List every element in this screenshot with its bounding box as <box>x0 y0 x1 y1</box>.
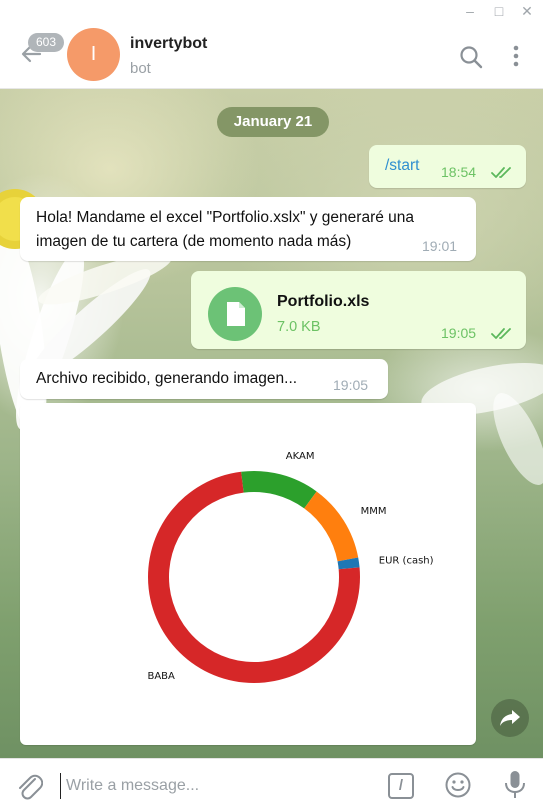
forward-button[interactable] <box>491 699 529 737</box>
minimize-button[interactable]: – <box>461 2 479 20</box>
microphone-icon <box>505 771 525 798</box>
message-time: 18:54 <box>441 164 477 180</box>
voice-record-button[interactable] <box>502 769 528 801</box>
maximize-button[interactable]: □ <box>490 2 508 20</box>
bot-commands-button[interactable]: / <box>388 773 414 799</box>
window-titlebar: – □ ✕ <box>0 0 543 22</box>
avatar[interactable]: I <box>67 28 120 81</box>
message-incoming[interactable]: Hola! Mandame el excel "Portfolio.xslx" … <box>20 197 476 261</box>
file-size: 7.0 KB <box>277 319 321 335</box>
donut-slice-mmm <box>304 491 359 562</box>
more-menu-button[interactable] <box>506 43 526 69</box>
double-check-icon <box>491 167 511 178</box>
message-time: 19:05 <box>441 325 477 341</box>
donut-slice-akam <box>241 471 317 509</box>
file-name[interactable]: Portfolio.xls <box>277 293 369 311</box>
message-text: /start <box>385 157 420 174</box>
message-text: Archivo recibido, generando imagen... <box>36 370 298 387</box>
smile-icon <box>445 772 471 798</box>
unread-badge: 603 <box>28 33 64 52</box>
date-separator: January 21 <box>217 107 329 137</box>
donut-label: EUR (cash) <box>379 556 434 567</box>
message-time: 19:01 <box>422 238 458 254</box>
close-button[interactable]: ✕ <box>518 2 536 20</box>
message-text: Hola! Mandame el excel "Portfolio.xslx" … <box>36 209 415 250</box>
portfolio-donut-chart: AKAM MMM EUR (cash) BABA <box>147 451 434 683</box>
forward-icon <box>500 710 520 726</box>
donut-label: BABA <box>147 671 175 682</box>
file-download-button[interactable] <box>208 287 262 341</box>
message-incoming[interactable]: Archivo recibido, generando imagen... 19… <box>20 359 388 399</box>
more-vertical-icon <box>513 45 519 67</box>
chat-header: 603 I invertybot bot <box>0 22 543 89</box>
double-check-icon <box>491 328 511 339</box>
message-input-bar: / <box>0 758 543 811</box>
chat-status: bot <box>130 60 151 77</box>
attach-button[interactable] <box>15 771 44 801</box>
document-icon <box>227 302 245 326</box>
message-file-outgoing[interactable]: Portfolio.xls 7.0 KB 19:05 <box>191 271 526 349</box>
message-input[interactable] <box>60 773 360 799</box>
message-outgoing[interactable]: /start 18:54 <box>369 145 526 188</box>
paperclip-icon <box>19 774 44 800</box>
donut-label: AKAM <box>286 451 315 462</box>
chart-image-message[interactable]: AKAM MMM EUR (cash) BABA <box>20 403 476 745</box>
search-button[interactable] <box>458 44 484 70</box>
emoji-button[interactable] <box>444 771 472 799</box>
chat-title[interactable]: invertybot <box>130 35 207 53</box>
donut-label: MMM <box>361 506 387 517</box>
search-icon <box>460 46 483 69</box>
chat-area[interactable]: January 21 /start 18:54 Hola! Mandame el… <box>0 89 543 758</box>
message-time: 19:05 <box>333 377 369 393</box>
